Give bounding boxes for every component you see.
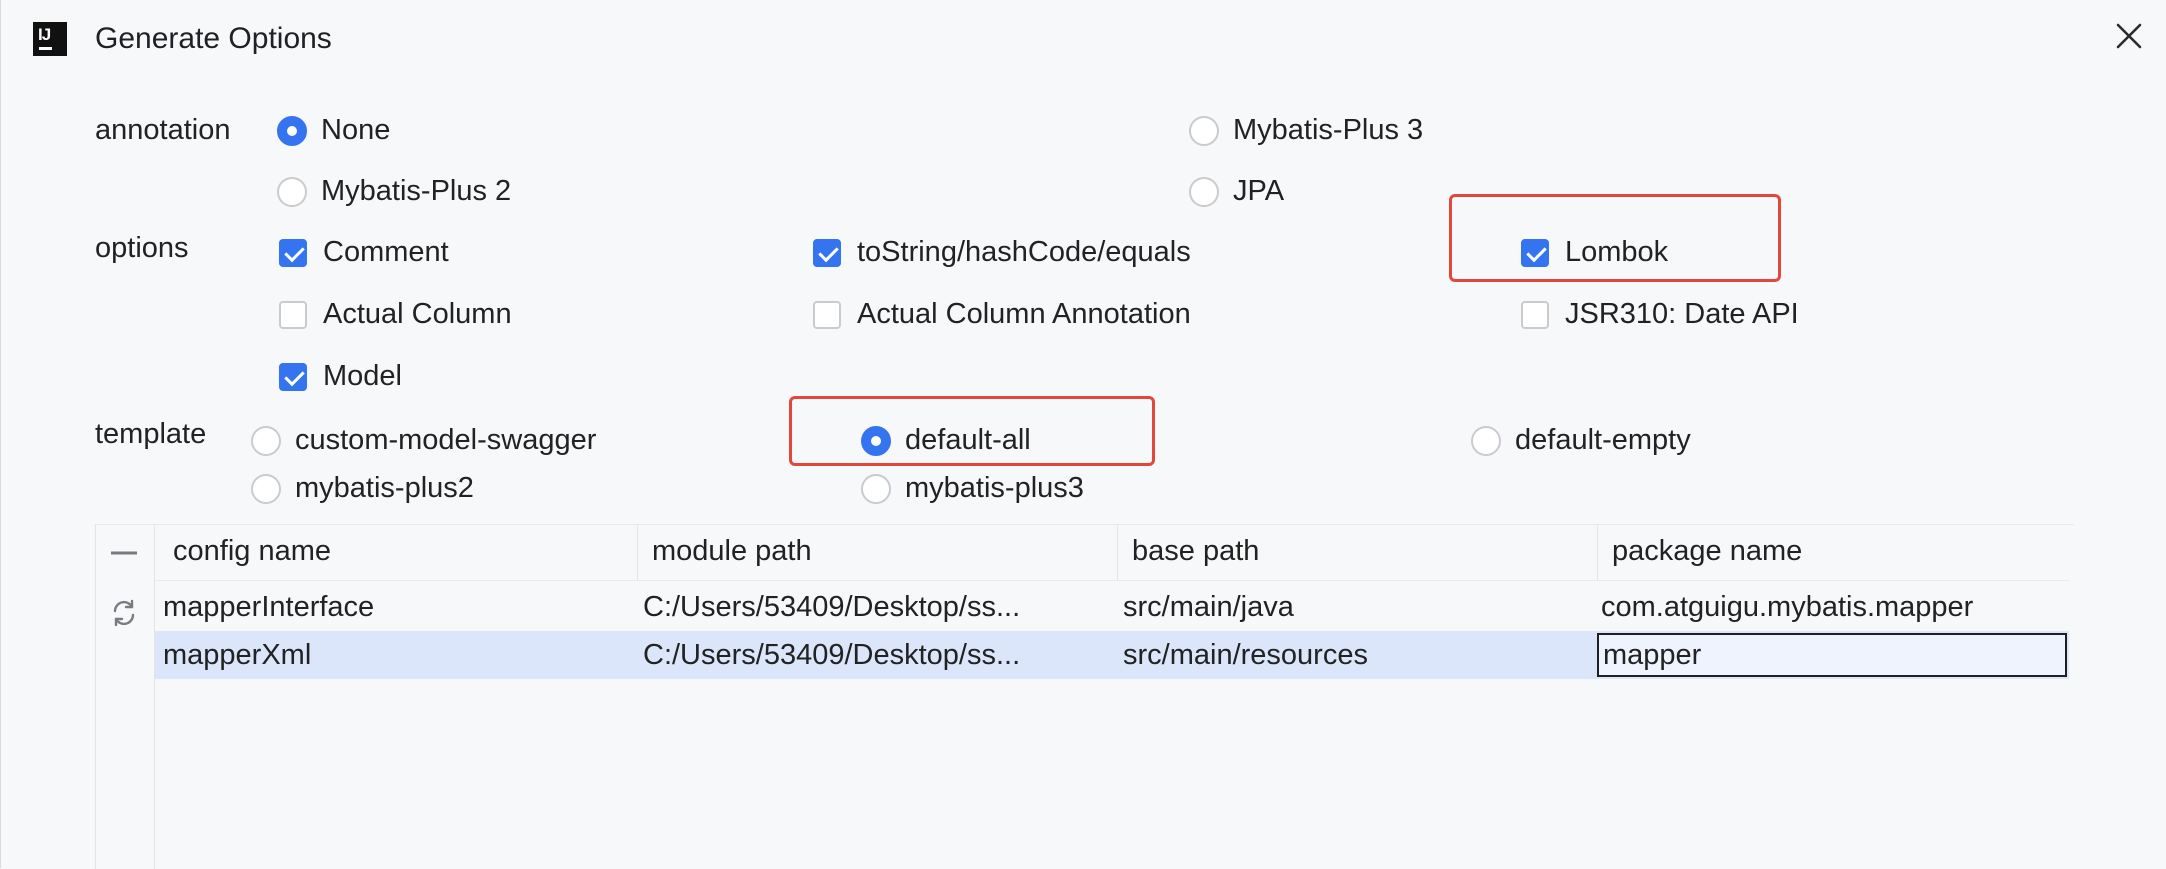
radio-label: mybatis-plus3 [905,472,1084,504]
cell-module-path[interactable]: C:/Users/53409/Desktop/ss... [643,639,1020,672]
radio-button[interactable] [1189,115,1219,146]
checkbox[interactable] [279,238,307,267]
radio-button[interactable] [1189,176,1219,207]
title-bar: IJ Generate Options [1,0,2166,76]
checkbox[interactable] [1521,300,1549,329]
annotation-radio-mybatis-plus-2[interactable]: Mybatis-Plus 2 [277,175,511,208]
option-lombok-checkbox[interactable]: Lombok [1521,236,1668,269]
option-comment-checkbox[interactable]: Comment [279,236,449,269]
radio-label: default-empty [1515,424,1691,456]
radio-button[interactable] [251,425,281,456]
annotation-label: annotation [95,114,231,146]
radio-button[interactable] [861,425,891,456]
column-divider[interactable] [637,525,638,580]
package-name-edit-field[interactable]: mapper [1597,633,2067,677]
annotation-radio-none[interactable]: None [277,114,390,147]
checkbox[interactable] [1521,238,1549,267]
checkbox-label: Actual Column [323,298,512,330]
dialog-title: Generate Options [95,22,332,55]
table-header: config name module path base path packag… [155,525,2069,581]
radio-button[interactable] [277,176,307,207]
checkbox[interactable] [813,238,841,267]
checkbox-label: Lombok [1565,236,1669,268]
option-actual-column-annotation-checkbox[interactable]: Actual Column Annotation [813,298,1191,331]
checkbox[interactable] [279,300,307,329]
close-icon[interactable] [2111,18,2147,54]
radio-label: mybatis-plus2 [295,472,474,504]
checkbox[interactable] [279,362,307,391]
cell-package-name: mapper [1603,639,1702,671]
radio-label: JPA [1233,175,1285,207]
cell-base-path[interactable]: src/main/java [1123,591,1294,624]
generate-options-dialog: IJ Generate Options annotation None Myba… [0,0,2166,869]
radio-label: custom-model-swagger [295,424,597,456]
cell-config-name[interactable]: mapperXml [163,639,311,672]
template-radio-default-empty[interactable]: default-empty [1471,424,1691,457]
radio-button[interactable] [277,115,307,146]
table-row[interactable]: mapperInterface C:/Users/53409/Desktop/s… [155,583,2069,631]
checkbox-label: JSR310: Date API [1565,298,1799,330]
config-grid: config name module path base path packag… [154,525,2069,869]
column-header-module-path[interactable]: module path [652,535,812,568]
option-jsr310-checkbox[interactable]: JSR310: Date API [1521,298,1799,331]
radio-label: default-all [905,424,1031,456]
column-header-config-name[interactable]: config name [173,535,331,568]
refresh-icon[interactable] [104,593,144,633]
column-header-base-path[interactable]: base path [1132,535,1259,568]
cell-package-name[interactable]: com.atguigu.mybatis.mapper [1601,591,1973,624]
checkbox[interactable] [813,300,841,329]
radio-label: Mybatis-Plus 3 [1233,114,1424,146]
intellij-logo-icon: IJ [33,22,67,56]
radio-button[interactable] [251,473,281,504]
template-label: template [95,418,207,450]
options-label: options [95,232,189,264]
option-actual-column-checkbox[interactable]: Actual Column [279,298,512,331]
checkbox-label: Model [323,360,402,392]
template-radio-mybatis-plus2[interactable]: mybatis-plus2 [251,472,474,505]
annotation-radio-mybatis-plus-3[interactable]: Mybatis-Plus 3 [1189,114,1423,147]
option-tostring-checkbox[interactable]: toString/hashCode/equals [813,236,1191,269]
annotation-radio-jpa[interactable]: JPA [1189,175,1284,208]
checkbox-label: Actual Column Annotation [857,298,1191,330]
cell-config-name[interactable]: mapperInterface [163,591,374,624]
cell-base-path[interactable]: src/main/resources [1123,639,1368,672]
remove-icon[interactable] [104,533,144,573]
radio-label: None [321,114,391,146]
checkbox-label: Comment [323,236,449,268]
template-radio-default-all[interactable]: default-all [861,424,1031,457]
template-radio-custom-model-swagger[interactable]: custom-model-swagger [251,424,596,457]
radio-button[interactable] [861,473,891,504]
table-row-selected[interactable]: mapperXml C:/Users/53409/Desktop/ss... s… [155,631,2069,679]
template-radio-mybatis-plus3[interactable]: mybatis-plus3 [861,472,1084,505]
config-table: config name module path base path packag… [95,524,2074,869]
column-divider[interactable] [1597,525,1598,580]
cell-module-path[interactable]: C:/Users/53409/Desktop/ss... [643,591,1020,624]
column-divider[interactable] [1117,525,1118,580]
checkbox-label: toString/hashCode/equals [857,236,1191,268]
option-model-checkbox[interactable]: Model [279,360,402,393]
radio-button[interactable] [1471,425,1501,456]
column-header-package-name[interactable]: package name [1612,535,1802,568]
radio-label: Mybatis-Plus 2 [321,175,512,207]
